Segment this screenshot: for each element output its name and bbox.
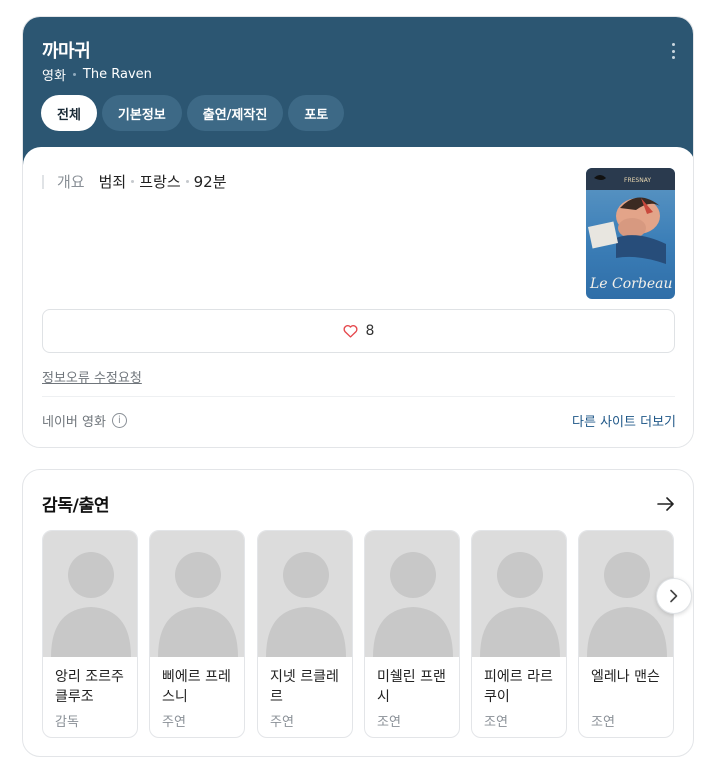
- person-placeholder-image: [258, 531, 352, 657]
- person-placeholder-image: [365, 531, 459, 657]
- cast-role: 조연: [377, 715, 401, 730]
- cast-name: 미쉘린 프랜시: [377, 669, 446, 705]
- source-label: 네이버 영화: [42, 415, 106, 430]
- cast-item[interactable]: 피에르 라르쿠이 조연: [471, 530, 567, 738]
- cast-item[interactable]: 엘레나 맨슨 조연: [578, 530, 674, 738]
- movie-poster[interactable]: FRESNAY Le Corbeau: [586, 168, 675, 299]
- person-silhouette-icon: [373, 552, 453, 657]
- person-silhouette-icon: [266, 552, 346, 657]
- like-button[interactable]: 8: [42, 309, 675, 353]
- info-icon[interactable]: i: [111, 413, 127, 428]
- more-options-icon[interactable]: [667, 43, 679, 59]
- cast-name: 엘레나 맨슨: [591, 669, 660, 685]
- movie-info-card: 까마귀 영화 The Raven 전체 기본정보 출연/제작진 포토 개요 범죄…: [22, 16, 694, 448]
- like-count: 8: [365, 323, 375, 339]
- section-title[interactable]: 감독/출연: [42, 491, 110, 516]
- person-placeholder-image: [150, 531, 244, 657]
- cast-item[interactable]: 앙리 조르주 클루조 감독: [42, 530, 138, 738]
- cast-card: 감독/출연 앙리 조르주 클루조 감독 삐에르 프레스니 주연 지넷 르클레르 …: [22, 469, 694, 757]
- cast-role: 주연: [162, 715, 186, 730]
- cast-item[interactable]: 삐에르 프레스니 주연: [149, 530, 245, 738]
- tab-photo[interactable]: 포토: [288, 95, 345, 131]
- cast-role: 조연: [484, 715, 508, 730]
- chevron-right-icon: [670, 589, 678, 603]
- person-silhouette-icon: [51, 552, 131, 657]
- cast-role: 감독: [55, 715, 79, 730]
- heart-icon: [343, 325, 358, 338]
- summary-genre: 범죄: [98, 173, 127, 191]
- arrow-right-icon[interactable]: [657, 496, 675, 512]
- person-placeholder-image: [43, 531, 137, 657]
- cast-role: 주연: [270, 715, 294, 730]
- summary-bar: [42, 174, 44, 189]
- movie-original-title: The Raven: [82, 67, 152, 82]
- cast-name: 삐에르 프레스니: [162, 669, 231, 705]
- cast-name: 지넷 르클레르: [270, 669, 339, 705]
- summary-runtime: 92분: [193, 173, 227, 191]
- cast-name: 앙리 조르주 클루조: [55, 669, 124, 705]
- source-info: 네이버 영화 i: [42, 411, 127, 430]
- cast-item[interactable]: 미쉘린 프랜시 조연: [364, 530, 460, 738]
- cast-item[interactable]: 지넷 르클레르 주연: [257, 530, 353, 738]
- cast-list: 앙리 조르주 클루조 감독 삐에르 프레스니 주연 지넷 르클레르 주연 미쉘린…: [42, 530, 675, 738]
- movie-title[interactable]: 까마귀: [42, 37, 91, 63]
- summary-country: 프랑스: [139, 173, 181, 191]
- person-placeholder-image: [472, 531, 566, 657]
- poster-actor-text: FRESNAY: [624, 177, 651, 184]
- carousel-next-button[interactable]: [656, 578, 692, 614]
- movie-info-body: 개요 범죄 프랑스 92분 FRESNAY Le Corbeau 8 정보오류 …: [23, 147, 693, 447]
- tab-all[interactable]: 전체: [41, 95, 97, 131]
- person-silhouette-icon: [158, 552, 238, 657]
- person-silhouette-icon: [480, 552, 560, 657]
- poster-image: FRESNAY Le Corbeau: [586, 168, 675, 299]
- cast-role: 조연: [591, 715, 615, 730]
- separator-dot: [185, 180, 189, 183]
- more-sites-link[interactable]: 다른 사이트 더보기: [572, 411, 676, 430]
- tab-bar: 전체 기본정보 출연/제작진 포토: [41, 95, 349, 131]
- summary-label: 개요: [57, 173, 85, 191]
- cast-name: 피에르 라르쿠이: [484, 669, 553, 705]
- movie-subtitle: 영화 The Raven: [42, 65, 152, 84]
- separator-dot: [72, 73, 76, 76]
- poster-title-text: Le Corbeau: [589, 276, 672, 292]
- tab-basic-info[interactable]: 기본정보: [101, 95, 182, 131]
- tab-cast-crew[interactable]: 출연/제작진: [186, 95, 284, 131]
- movie-summary: 개요 범죄 프랑스 92분: [42, 171, 227, 192]
- separator-dot: [131, 180, 135, 183]
- report-error-link[interactable]: 정보오류 수정요청: [42, 367, 142, 386]
- movie-category: 영화: [42, 69, 66, 84]
- divider: [42, 396, 675, 397]
